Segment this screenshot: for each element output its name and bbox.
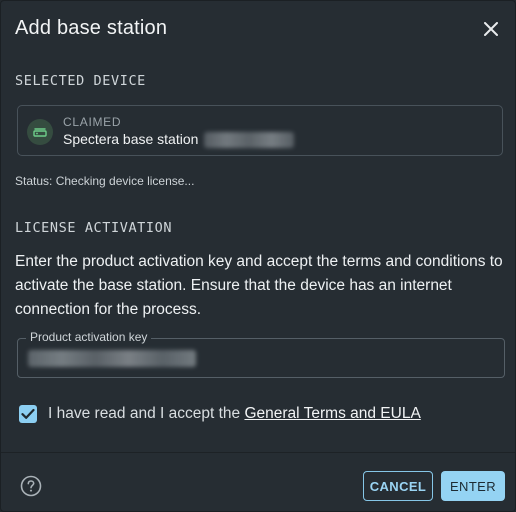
cancel-button[interactable]: CANCEL — [363, 471, 433, 501]
accept-terms-checkbox[interactable] — [19, 405, 37, 423]
device-name: Spectera base station — [63, 131, 199, 147]
license-activation-heading: LICENSE ACTIVATION — [15, 220, 173, 236]
accept-terms-text: I have read and I accept the General Ter… — [48, 405, 421, 423]
dialog-title: Add base station — [15, 17, 168, 39]
selected-device-card: CLAIMED Spectera base station — [17, 105, 503, 156]
activation-key-input[interactable] — [18, 339, 508, 379]
device-status: Status: Checking device license... — [15, 174, 195, 188]
license-description: Enter the product activation key and acc… — [15, 253, 503, 318]
close-icon[interactable] — [479, 17, 503, 41]
activation-key-field[interactable]: Product activation key — [17, 330, 508, 379]
redacted-serial — [204, 132, 294, 148]
device-state-label: CLAIMED — [63, 115, 122, 129]
checkmark-icon — [21, 408, 35, 419]
enter-button[interactable]: ENTER — [441, 471, 505, 501]
accept-terms-prefix: I have read and I accept the — [48, 405, 245, 422]
selected-device-heading: SELECTED DEVICE — [15, 73, 146, 89]
help-icon[interactable] — [20, 475, 42, 497]
add-base-station-dialog: Add base station SELECTED DEVICE CLAIMED… — [0, 0, 516, 512]
base-station-icon — [27, 119, 53, 145]
dialog-header: Add base station — [15, 17, 505, 45]
footer-divider — [1, 452, 515, 453]
terms-eula-link[interactable]: General Terms and EULA — [244, 405, 420, 422]
